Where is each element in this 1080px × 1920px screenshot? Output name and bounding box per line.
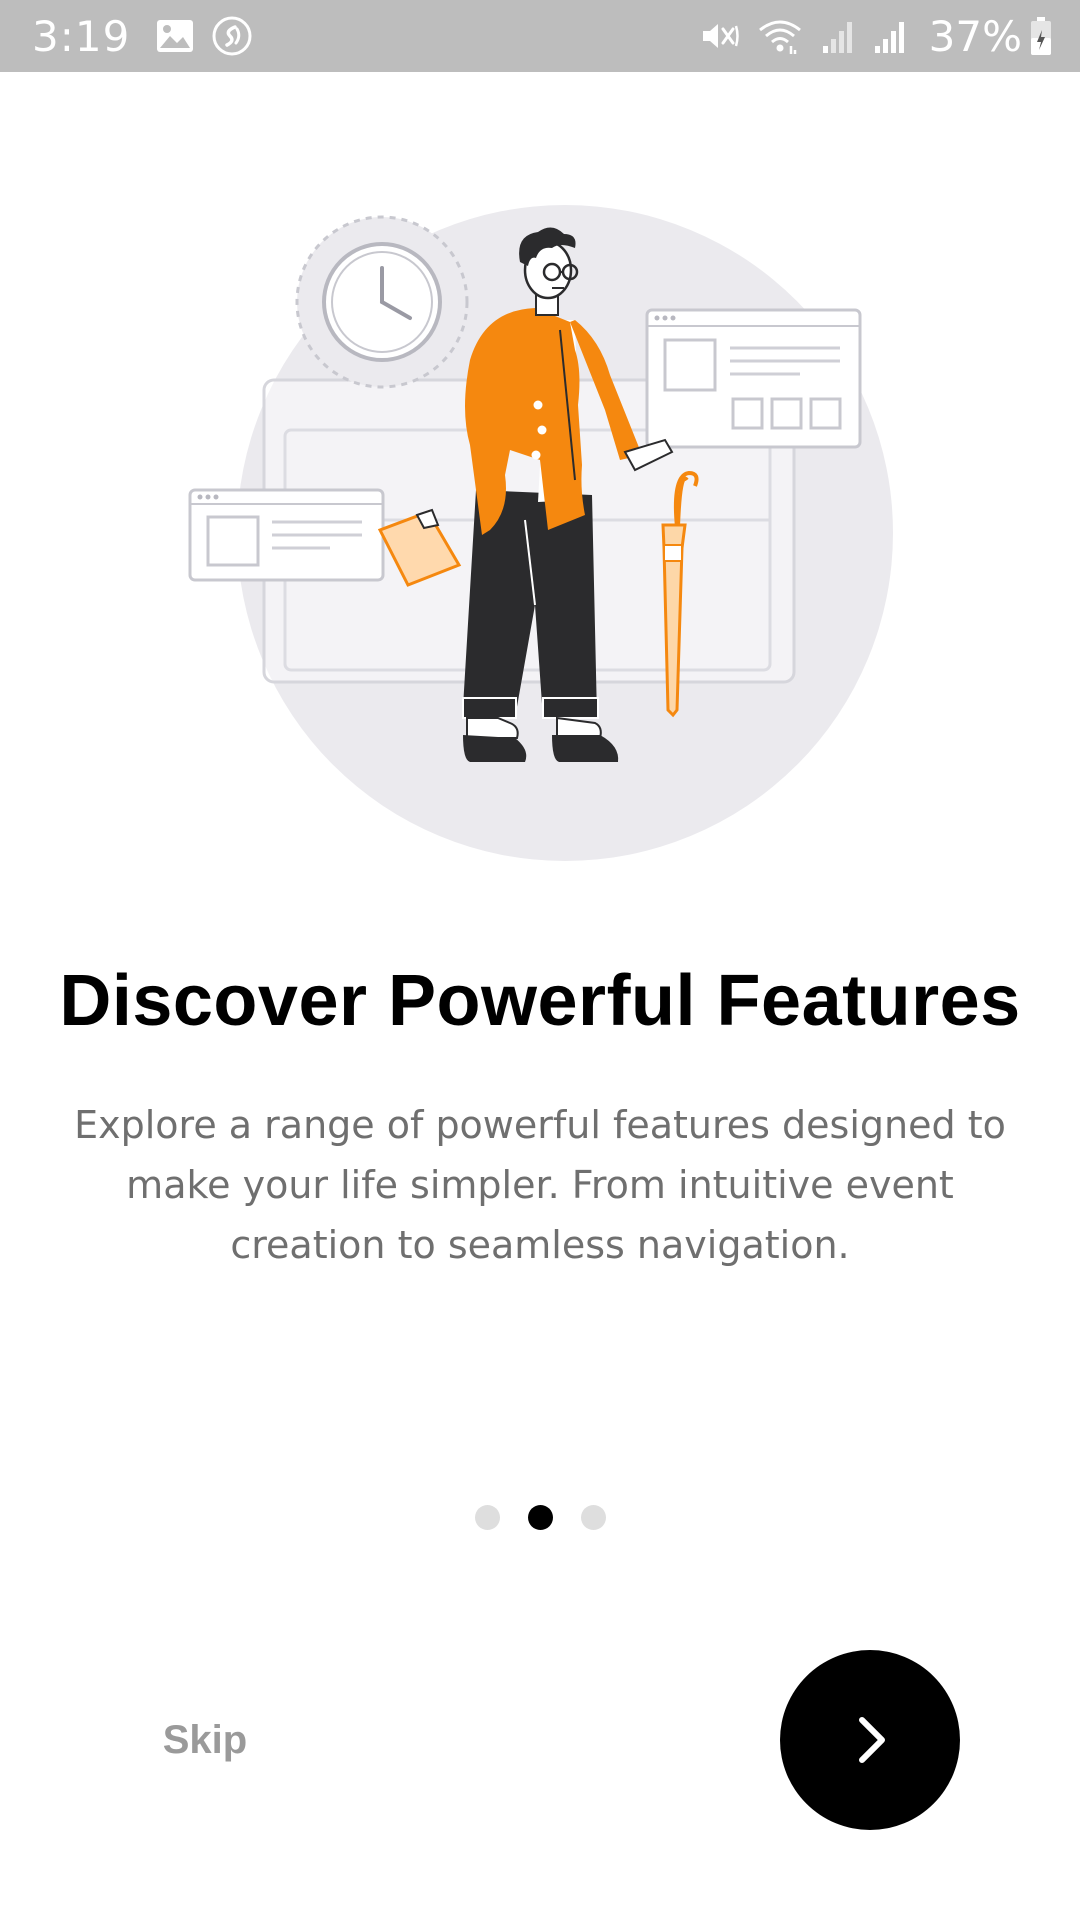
shazam-icon [212,16,252,56]
skip-button[interactable]: Skip [140,1710,270,1770]
mute-vibrate-icon [699,16,739,56]
onboarding-description: Explore a range of powerful features des… [74,1103,1006,1267]
status-bar: 3:19 37% [0,0,1080,72]
signal-icon [821,18,855,54]
wifi-icon [757,16,803,56]
status-time: 3:19 [32,11,131,61]
next-button[interactable] [780,1650,960,1830]
gallery-icon [156,19,194,53]
clock-icon [295,215,469,389]
onboarding-illustration [180,190,900,870]
onboarding-screen: 3:19 37% Discover Powerful Features Expl… [0,0,1080,1920]
battery-percentage: 37% [928,11,1022,61]
signal-icon [873,18,907,54]
status-bar-left: 3:19 [32,12,270,61]
page-dot-1[interactable] [474,1505,500,1530]
onboarding-title: Discover Powerful Features [59,961,1021,1041]
left-window-card [188,488,385,582]
page-dot-3[interactable] [580,1505,606,1530]
chevron-right-icon [859,1717,885,1763]
status-bar-right: 37% [699,12,1052,61]
page-dot-2-active[interactable] [527,1505,553,1530]
right-window-card [645,308,862,449]
page-indicator [0,1505,1080,1530]
battery-charging-icon [1030,16,1052,56]
